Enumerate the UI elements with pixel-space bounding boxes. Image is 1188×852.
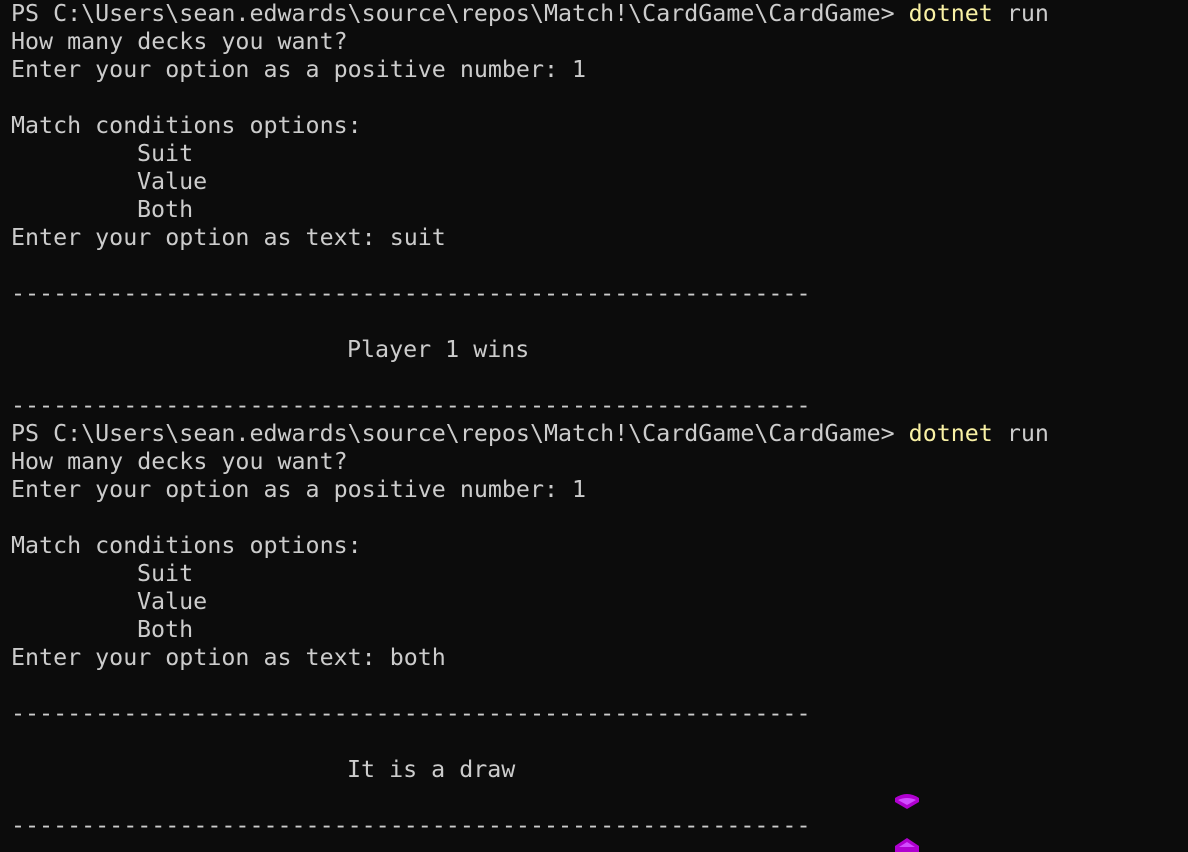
conditions-prompt: Enter your option as text: both xyxy=(11,644,446,671)
terminal-window: { "terminal": { "dash_rule": "----------… xyxy=(0,0,1188,852)
prompt-line: PS C:\Users\sean.edwards\source\repos\Ma… xyxy=(11,420,1181,448)
terminal-output[interactable]: PS C:\Users\sean.edwards\source\repos\Ma… xyxy=(11,0,1181,840)
decks-prompt: Enter your option as a positive number: … xyxy=(11,56,587,83)
divider-rule: ----------------------------------------… xyxy=(11,812,809,839)
command-name: dotnet xyxy=(908,0,993,27)
decks-question: How many decks you want? xyxy=(11,448,348,475)
game-result: Player 1 wins xyxy=(347,336,530,363)
conditions-header: Match conditions options: xyxy=(11,112,362,139)
condition-option-suit: Suit xyxy=(137,560,194,587)
conditions-header: Match conditions options: xyxy=(11,532,362,559)
cursor-bottom-icon xyxy=(895,838,919,852)
prompt-path: PS C:\Users\sean.edwards\source\repos\Ma… xyxy=(11,420,909,447)
command-name: dotnet xyxy=(908,420,993,447)
decks-prompt: Enter your option as a positive number: … xyxy=(11,476,587,503)
prompt-path: PS C:\Users\sean.edwards\source\repos\Ma… xyxy=(11,0,909,27)
condition-option-suit: Suit xyxy=(137,140,194,167)
condition-option-both: Both xyxy=(137,616,194,643)
conditions-prompt: Enter your option as text: suit xyxy=(11,224,446,251)
condition-option-value: Value xyxy=(137,588,208,615)
condition-option-value: Value xyxy=(137,168,208,195)
command-args: run xyxy=(992,420,1049,447)
condition-option-both: Both xyxy=(137,196,194,223)
divider-rule: ----------------------------------------… xyxy=(11,280,809,307)
prompt-line: PS C:\Users\sean.edwards\source\repos\Ma… xyxy=(11,0,1181,28)
decks-question: How many decks you want? xyxy=(11,28,348,55)
game-result: It is a draw xyxy=(347,756,516,783)
divider-rule: ----------------------------------------… xyxy=(11,700,809,727)
command-args: run xyxy=(992,0,1049,27)
divider-rule: ----------------------------------------… xyxy=(11,392,809,419)
cursor-top-icon xyxy=(895,794,919,809)
